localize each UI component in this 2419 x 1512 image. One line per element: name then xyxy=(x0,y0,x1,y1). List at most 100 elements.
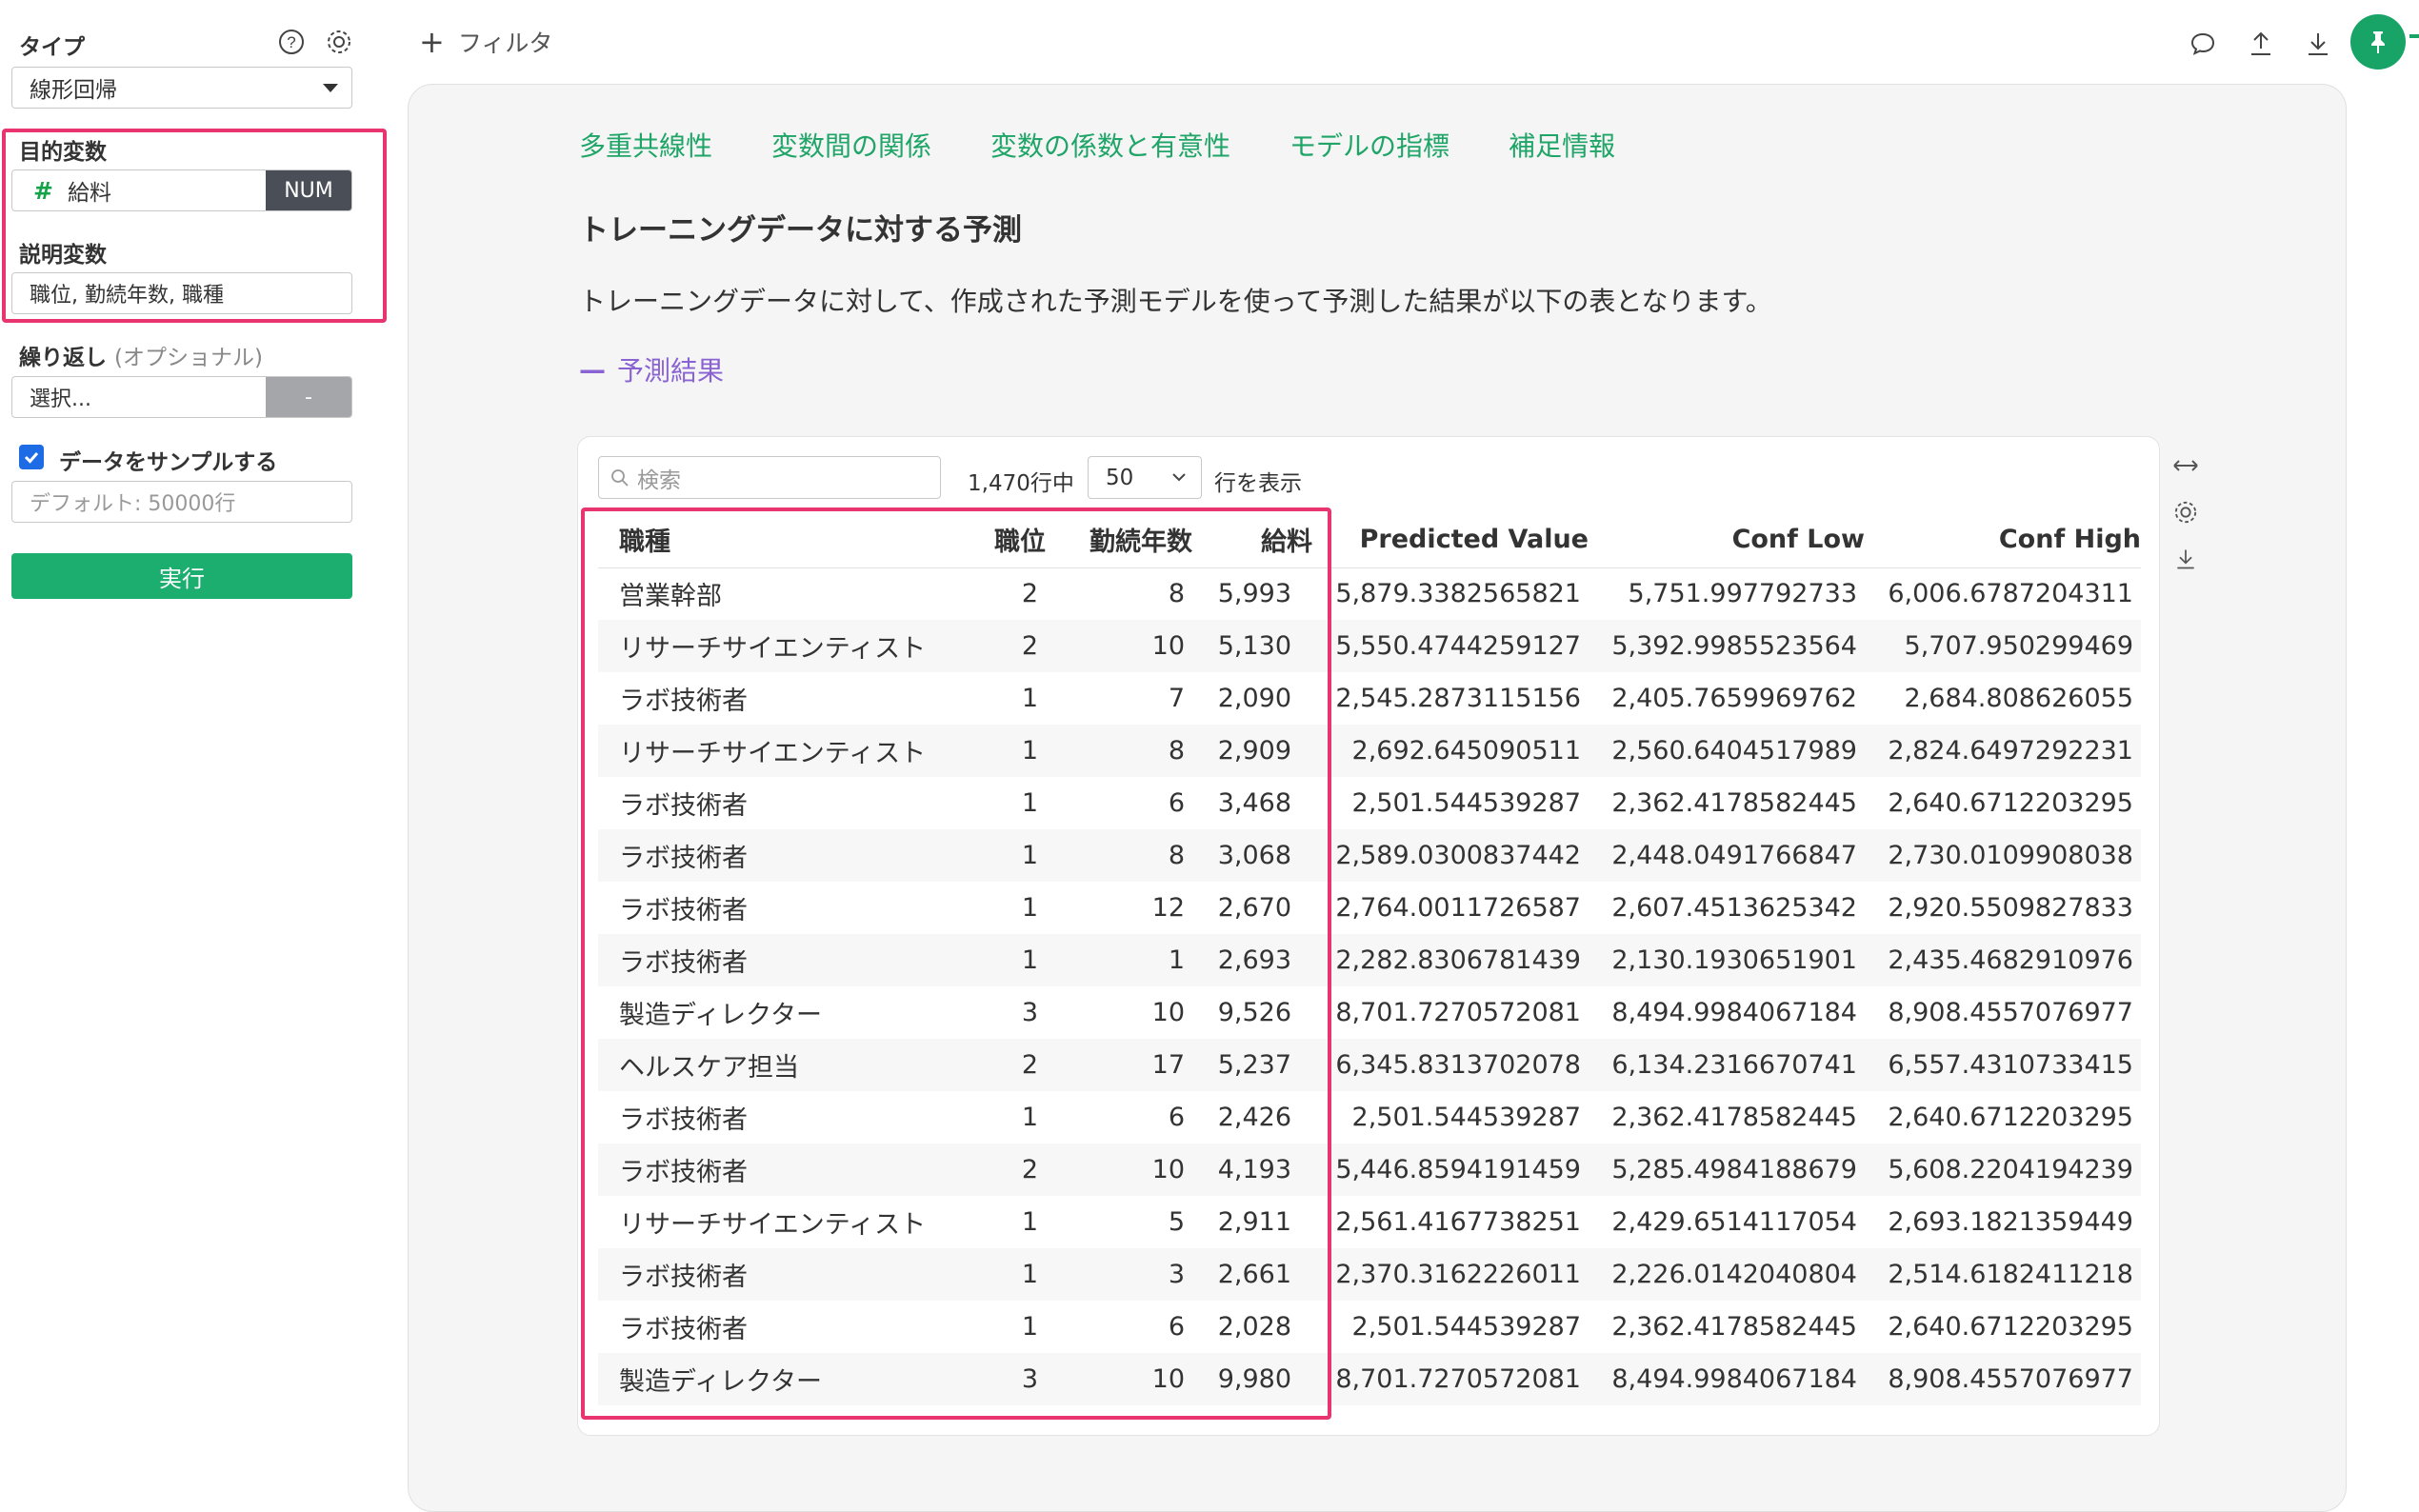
cell-job-role: ラボ技術者 xyxy=(598,1301,979,1353)
cell-years-at-company: 10 xyxy=(1046,620,1192,672)
cell-years-at-company: 7 xyxy=(1046,672,1192,725)
prediction-results-label: 予測結果 xyxy=(617,355,725,387)
cell-years-at-company: 12 xyxy=(1046,882,1192,934)
numeric-hash-icon: # xyxy=(33,176,53,205)
explanatory-variables-value: 職位, 勤続年数, 職種 xyxy=(30,284,224,308)
cell-conf-high: 2,684.808626055 xyxy=(1865,672,2141,725)
cell-job-level: 1 xyxy=(979,829,1046,882)
cell-job-role: 営業幹部 xyxy=(598,567,979,620)
gear-icon[interactable] xyxy=(324,27,354,57)
cell-conf-high: 2,640.6712203295 xyxy=(1865,1091,2141,1144)
table-search-input[interactable]: 検索 xyxy=(598,456,941,499)
tab-coefficients[interactable]: 変数の係数と有意性 xyxy=(990,126,1230,164)
search-icon xyxy=(610,468,630,487)
cell-conf-low: 5,392.9985523564 xyxy=(1589,620,1865,672)
table-row: ラボ技術者 2 10 4,193 5,446.8594191459 5,285.49841… xyxy=(598,1144,2141,1196)
cell-predicted-value: 2,501.544539287 xyxy=(1312,1091,1589,1144)
table-row: ラボ技術者 1 12 2,670 2,764.0011726587 2,607.45136… xyxy=(598,882,2141,934)
cell-job-level: 1 xyxy=(979,1248,1046,1301)
target-variable-label: 目的変数 xyxy=(19,140,107,165)
cell-job-level: 2 xyxy=(979,1144,1046,1196)
column-header-conf-high[interactable]: Conf High xyxy=(1865,512,2141,568)
cell-job-level: 1 xyxy=(979,777,1046,829)
repeat-select-value: 選択... xyxy=(30,388,91,411)
cell-conf-low: 5,751.997792733 xyxy=(1589,567,1865,620)
repeat-select[interactable]: 選択... - xyxy=(11,376,352,418)
column-header-years-at-company[interactable]: 勤続年数 xyxy=(1046,512,1192,568)
cell-salary: 2,911 xyxy=(1192,1196,1312,1248)
add-filter-button[interactable]: + フィルタ xyxy=(419,25,552,59)
table-settings-gear-icon[interactable] xyxy=(2169,496,2202,528)
svg-text:?: ? xyxy=(287,33,295,51)
sample-data-checkbox[interactable] xyxy=(19,445,44,469)
rows-per-page-select[interactable]: 50 xyxy=(1088,456,1202,499)
cell-conf-high: 5,707.950299469 xyxy=(1865,620,2141,672)
cell-predicted-value: 8,701.7270572081 xyxy=(1312,1353,1589,1405)
cell-predicted-value: 2,545.2873115156 xyxy=(1312,672,1589,725)
table-download-icon[interactable] xyxy=(2169,543,2202,575)
data-type-badge: NUM xyxy=(266,170,351,210)
cell-salary: 3,068 xyxy=(1192,829,1312,882)
cell-job-role: ラボ技術者 xyxy=(598,882,979,934)
cell-job-role: 製造ディレクター xyxy=(598,986,979,1039)
cell-job-role: ラボ技術者 xyxy=(598,672,979,725)
help-icon[interactable]: ? xyxy=(276,27,307,57)
column-header-job-role[interactable]: 職種 xyxy=(598,512,979,568)
target-variable-value: 給料 xyxy=(68,181,111,206)
column-header-job-level[interactable]: 職位 xyxy=(979,512,1046,568)
column-header-conf-low[interactable]: Conf Low xyxy=(1589,512,1865,568)
download-icon[interactable] xyxy=(2301,27,2335,61)
tab-model-metrics[interactable]: モデルの指標 xyxy=(1289,126,1449,164)
cell-predicted-value: 2,589.0300837442 xyxy=(1312,829,1589,882)
cell-job-level: 1 xyxy=(979,1091,1046,1144)
expand-width-icon[interactable] xyxy=(2169,449,2202,482)
type-select[interactable]: 線形回帰 xyxy=(11,67,352,109)
rows-per-page-value: 50 xyxy=(1106,465,1134,490)
cell-salary: 2,090 xyxy=(1192,672,1312,725)
cell-job-role: 製造ディレクター xyxy=(598,1353,979,1405)
cell-job-level: 2 xyxy=(979,567,1046,620)
cell-predicted-value: 2,282.8306781439 xyxy=(1312,934,1589,986)
section-description: トレーニングデータに対して、作成された予測モデルを使って予測した結果が以下の表と… xyxy=(579,286,1772,317)
cell-salary: 9,526 xyxy=(1192,986,1312,1039)
sample-size-input[interactable]: デフォルト: 50000行 xyxy=(11,481,352,523)
prediction-results-toggle[interactable]: — 予測結果 xyxy=(579,350,724,388)
explanatory-variables-field[interactable]: 職位, 勤続年数, 職種 xyxy=(11,272,352,314)
cell-years-at-company: 17 xyxy=(1046,1039,1192,1091)
comment-icon[interactable] xyxy=(2186,27,2220,61)
cell-predicted-value: 8,701.7270572081 xyxy=(1312,986,1589,1039)
repeat-label: 繰り返し (オプショナル) xyxy=(19,339,263,371)
cell-job-role: リサーチサイエンティスト xyxy=(598,1196,979,1248)
cell-conf-high: 2,514.6182411218 xyxy=(1865,1248,2141,1301)
cell-conf-high: 2,640.6712203295 xyxy=(1865,777,2141,829)
upload-icon[interactable] xyxy=(2244,27,2278,61)
cell-years-at-company: 10 xyxy=(1046,1353,1192,1405)
cell-conf-low: 2,429.6514117054 xyxy=(1589,1196,1865,1248)
cell-job-level: 3 xyxy=(979,986,1046,1039)
run-button[interactable]: 実行 xyxy=(11,553,352,599)
cell-conf-low: 8,494.9984067184 xyxy=(1589,986,1865,1039)
cell-salary: 2,426 xyxy=(1192,1091,1312,1144)
cell-years-at-company: 6 xyxy=(1046,1091,1192,1144)
cell-conf-low: 8,494.9984067184 xyxy=(1589,1353,1865,1405)
pin-icon[interactable] xyxy=(2350,14,2406,70)
cell-conf-high: 2,693.1821359449 xyxy=(1865,1196,2141,1248)
table-row: ラボ技術者 1 6 2,028 2,501.544539287 2,362.4178582… xyxy=(598,1301,2141,1353)
table-row: ラボ技術者 1 6 3,468 2,501.544539287 2,362.4178582… xyxy=(598,777,2141,829)
cell-years-at-company: 10 xyxy=(1046,986,1192,1039)
column-header-predicted-value[interactable]: Predicted Value xyxy=(1312,512,1589,568)
cell-predicted-value: 2,561.4167738251 xyxy=(1312,1196,1589,1248)
cell-job-role: リサーチサイエンティスト xyxy=(598,620,979,672)
tab-supplementary-info[interactable]: 補足情報 xyxy=(1509,126,1615,164)
table-row: 営業幹部 2 8 5,993 5,879.3382565821 5,751.9977927… xyxy=(598,567,2141,620)
repeat-clear-button[interactable]: - xyxy=(266,377,351,417)
cell-years-at-company: 5 xyxy=(1046,1196,1192,1248)
cell-conf-low: 2,448.0491766847 xyxy=(1589,829,1865,882)
tab-multicollinearity[interactable]: 多重共線性 xyxy=(579,126,712,164)
cell-salary: 5,993 xyxy=(1192,567,1312,620)
cell-job-level: 2 xyxy=(979,1039,1046,1091)
cell-conf-low: 2,130.1930651901 xyxy=(1589,934,1865,986)
target-variable-field[interactable]: # 給料 NUM xyxy=(11,169,352,211)
column-header-salary[interactable]: 給料 xyxy=(1192,512,1312,568)
tab-variable-relationships[interactable]: 変数間の関係 xyxy=(771,126,931,164)
